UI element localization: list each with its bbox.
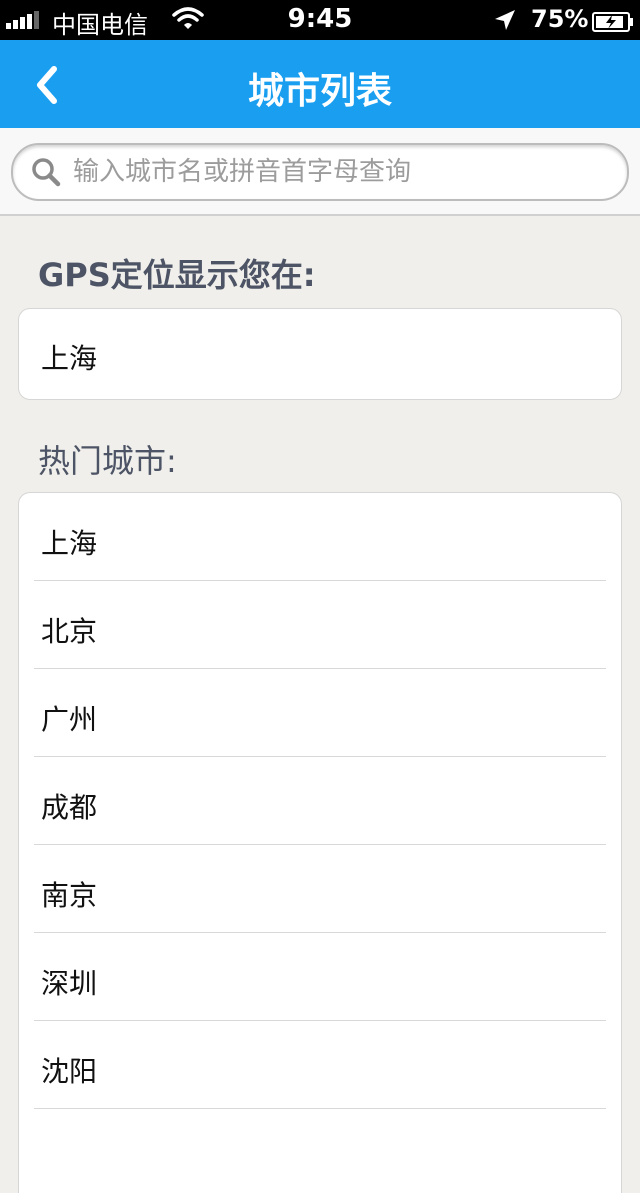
city-row-shenyang[interactable]: 沈阳 bbox=[34, 1021, 606, 1109]
city-row-shenzhen[interactable]: 深圳 bbox=[34, 933, 606, 1021]
gps-section-label: GPS定位显示您在: bbox=[38, 256, 316, 294]
gps-city: 上海 bbox=[41, 342, 98, 375]
search-box[interactable] bbox=[11, 143, 629, 201]
hot-city-list: 上海 北京 广州 成都 南京 深圳 沈阳 bbox=[18, 492, 622, 1193]
search-icon bbox=[31, 157, 61, 191]
city-name: 上海 bbox=[41, 527, 98, 560]
city-name: 南京 bbox=[41, 879, 98, 912]
city-name: 广州 bbox=[41, 703, 98, 736]
city-name: 深圳 bbox=[41, 967, 98, 1000]
city-name: 北京 bbox=[41, 615, 98, 648]
battery-icon bbox=[592, 10, 634, 38]
battery-percent: 75% bbox=[531, 5, 589, 33]
status-bar: 中国电信 9:45 75% bbox=[0, 0, 640, 40]
nav-bar: 城市列表 bbox=[0, 40, 640, 128]
hot-cities-label: 热门城市: bbox=[38, 442, 177, 480]
city-row-shanghai[interactable]: 上海 bbox=[34, 493, 606, 581]
search-input[interactable] bbox=[71, 151, 615, 193]
page-title: 城市列表 bbox=[247, 71, 392, 112]
search-bar bbox=[0, 128, 640, 216]
city-row-chengdu[interactable]: 成都 bbox=[34, 757, 606, 845]
city-row-beijing[interactable]: 北京 bbox=[34, 581, 606, 669]
city-name: 成都 bbox=[41, 791, 98, 824]
city-name: 沈阳 bbox=[41, 1055, 98, 1088]
gps-city-card[interactable]: 上海 bbox=[18, 308, 622, 400]
city-row-nanjing[interactable]: 南京 bbox=[34, 845, 606, 933]
city-row-guangzhou[interactable]: 广州 bbox=[34, 669, 606, 757]
location-arrow-icon bbox=[493, 8, 517, 38]
